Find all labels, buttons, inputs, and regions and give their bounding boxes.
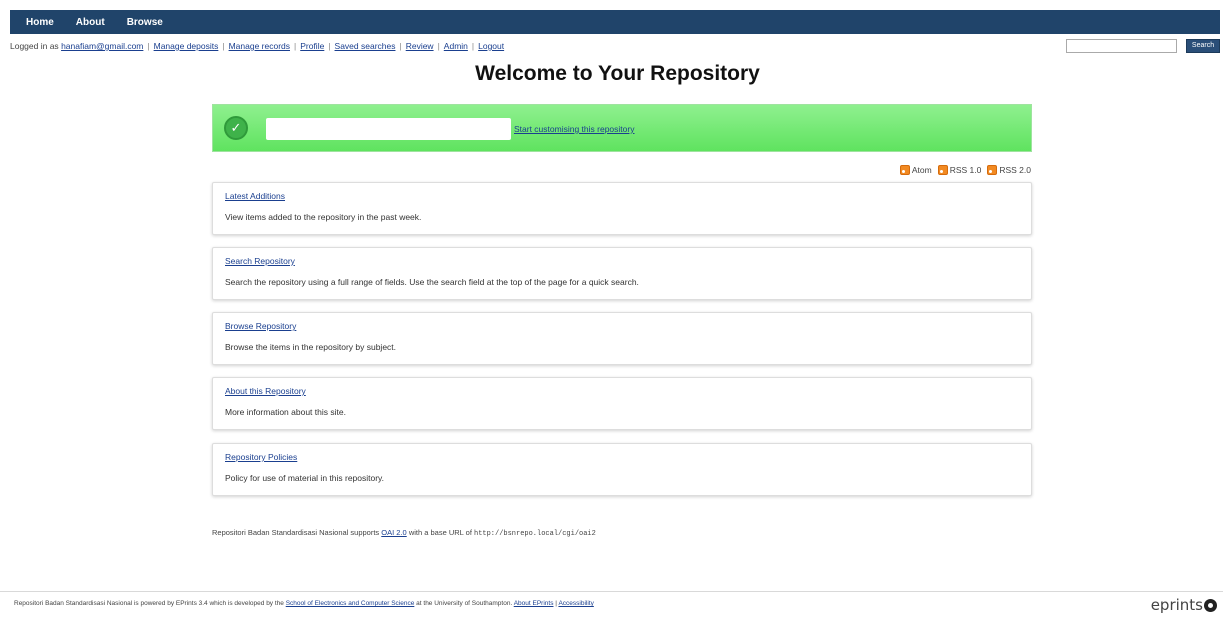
page-title: Welcome to Your Repository xyxy=(475,62,760,85)
accessibility-link[interactable]: Accessibility xyxy=(558,600,593,607)
search-button[interactable]: Search xyxy=(1186,39,1220,53)
rss-icon xyxy=(937,165,948,175)
oai-support-text: Repositori Badan Standardisasi Nasional … xyxy=(212,528,596,538)
checkmark-icon: ✓ xyxy=(224,116,248,140)
banner-placeholder-box xyxy=(266,118,511,140)
footer-middle: at the University of Southampton. xyxy=(416,600,513,607)
separator: | xyxy=(471,41,475,51)
card-title-link[interactable]: About this Repository xyxy=(225,386,306,396)
separator: | xyxy=(437,41,440,51)
logo-text: eprints xyxy=(1150,596,1203,614)
oai-prefix: Repositori Badan Standardisasi Nasional … xyxy=(212,528,380,537)
oai-middle: with a base URL of xyxy=(408,528,472,537)
admin-link[interactable]: Admin xyxy=(444,41,468,51)
card-description: More information about this site. xyxy=(225,407,346,417)
about-eprints-link[interactable]: About EPrints xyxy=(514,600,554,607)
eprints-logo[interactable]: eprints xyxy=(1151,596,1217,614)
card-description: Browse the items in the repository by su… xyxy=(225,342,397,352)
card-description: Policy for use of material in this repos… xyxy=(225,473,385,483)
rss-icon xyxy=(899,165,910,175)
card-latest-additions: Latest Additions View items added to the… xyxy=(212,182,1032,235)
separator: | xyxy=(328,41,331,51)
card-repository-policies: Repository Policies Policy for use of ma… xyxy=(212,443,1032,496)
rss1-feed-link[interactable]: RSS 1.0 xyxy=(937,165,982,175)
card-title-link[interactable]: Latest Additions xyxy=(225,191,285,201)
footer-text: Repositori Badan Standardisasi Nasional … xyxy=(14,600,594,607)
nav-home[interactable]: Home xyxy=(26,17,54,28)
school-link[interactable]: School of Electronics and Computer Scien… xyxy=(286,600,415,607)
footer-prefix: Repositori Badan Standardisasi Nasional … xyxy=(14,600,284,607)
review-link[interactable]: Review xyxy=(406,41,434,51)
card-title-link[interactable]: Repository Policies xyxy=(225,452,297,462)
card-about-repository: About this Repository More information a… xyxy=(212,377,1032,430)
card-search-repository: Search Repository Search the repository … xyxy=(212,247,1032,300)
rss-icon xyxy=(987,165,998,175)
card-description: Search the repository using a full range… xyxy=(225,277,639,287)
quick-search-input[interactable] xyxy=(1066,39,1177,53)
user-links: Logged in as hanafiam@gmail.com | Manage… xyxy=(10,41,504,51)
logged-in-label: Logged in as xyxy=(10,41,59,51)
saved-searches-link[interactable]: Saved searches xyxy=(335,41,396,51)
footer-separator: | xyxy=(555,600,557,607)
profile-link[interactable]: Profile xyxy=(300,41,324,51)
feed-links: Atom RSS 1.0 RSS 2.0 xyxy=(894,165,1031,175)
feed-label: RSS 2.0 xyxy=(999,165,1031,175)
feed-label: Atom xyxy=(911,165,932,175)
feed-label: RSS 1.0 xyxy=(949,165,982,175)
nav-about[interactable]: About xyxy=(76,17,105,28)
separator: | xyxy=(147,41,150,51)
user-email-link[interactable]: hanafiam@gmail.com xyxy=(61,41,143,51)
separator: | xyxy=(399,41,402,51)
card-title-link[interactable]: Search Repository xyxy=(225,256,295,266)
customise-banner: ✓ Start customising this repository xyxy=(212,104,1032,152)
rss2-feed-link[interactable]: RSS 2.0 xyxy=(987,165,1031,175)
footer-divider xyxy=(0,591,1223,592)
nav-browse[interactable]: Browse xyxy=(127,17,163,28)
oai-link[interactable]: OAI 2.0 xyxy=(381,528,406,537)
user-toolbar: Logged in as hanafiam@gmail.com | Manage… xyxy=(10,37,1222,55)
oai-base-url: http://bsnrepo.local/cgi/oai2 xyxy=(474,530,596,538)
atom-feed-link[interactable]: Atom xyxy=(899,165,932,175)
start-customising-link[interactable]: Start customising this repository xyxy=(514,124,634,134)
manage-records-link[interactable]: Manage records xyxy=(229,41,290,51)
card-title-link[interactable]: Browse Repository xyxy=(225,321,296,331)
manage-deposits-link[interactable]: Manage deposits xyxy=(154,41,219,51)
card-description: View items added to the repository in th… xyxy=(225,212,422,222)
top-navigation-bar: Home About Browse xyxy=(10,10,1220,34)
cog-icon xyxy=(1204,598,1217,612)
separator: | xyxy=(294,41,297,51)
logout-link[interactable]: Logout xyxy=(478,41,504,51)
separator: | xyxy=(222,41,225,51)
card-browse-repository: Browse Repository Browse the items in th… xyxy=(212,312,1032,365)
